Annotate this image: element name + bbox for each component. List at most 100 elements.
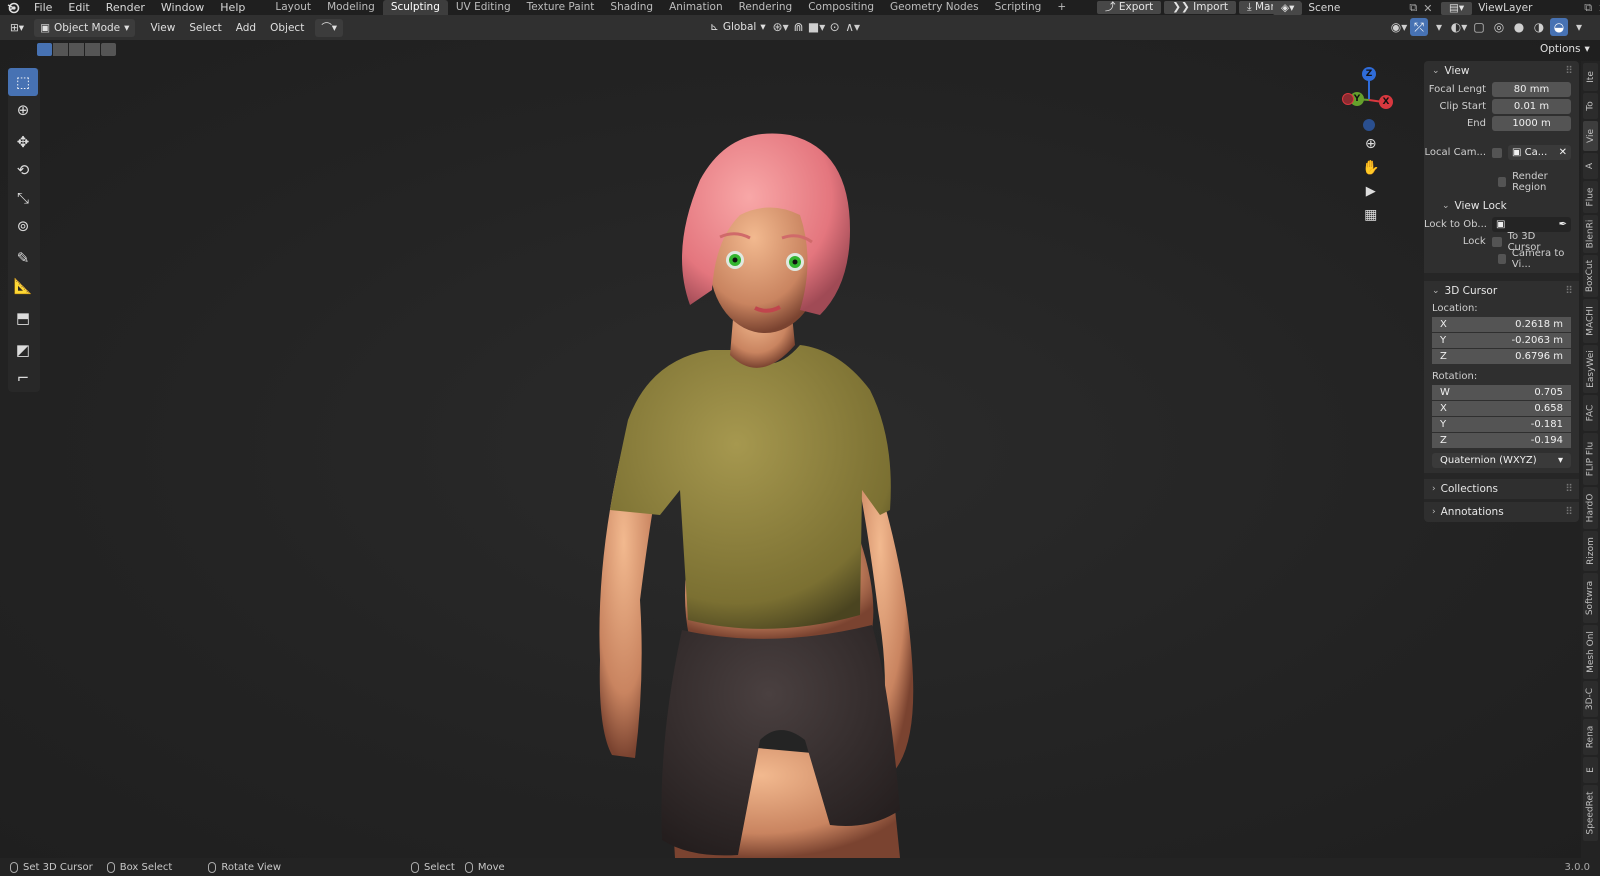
camera-to-view-checkbox[interactable] — [1498, 253, 1506, 264]
drag-handle-icon[interactable]: ⠿ — [1565, 483, 1573, 495]
viewlayer-name[interactable]: ViewLayer — [1478, 2, 1578, 14]
view-lock-header[interactable]: ⌄ View Lock — [1424, 196, 1579, 216]
scene-name[interactable]: Scene — [1308, 2, 1403, 14]
add-workspace-button[interactable]: + — [1049, 0, 1074, 15]
editor-type-button[interactable]: ⊞▾ — [4, 19, 30, 37]
wireframe-shading-icon[interactable]: ◎ — [1490, 18, 1508, 36]
tab-compositing[interactable]: Compositing — [800, 0, 882, 15]
drag-handle-icon[interactable]: ⠿ — [1565, 285, 1573, 297]
side-tab-rizom[interactable]: Rizom — [1583, 531, 1598, 571]
camera-view-icon[interactable]: ▶ — [1366, 184, 1376, 199]
material-shading-icon[interactable]: ◑ — [1530, 18, 1548, 36]
local-camera-checkbox[interactable] — [1492, 147, 1502, 158]
snap-icon[interactable]: ⋒ — [790, 18, 808, 36]
clip-start-field[interactable]: 0.01 m — [1492, 99, 1571, 114]
side-tab-blenri[interactable]: BlenRi — [1583, 215, 1598, 253]
gpencil-dropdown[interactable]: ⌒▾ — [315, 18, 344, 37]
rotation-mode-dropdown[interactable]: Quaternion (WXYZ) ▾ — [1432, 453, 1571, 468]
overlays-icon[interactable]: ◐▾ — [1450, 18, 1468, 36]
menu-view[interactable]: View — [143, 22, 182, 34]
select-box-icon[interactable]: ⬚ — [8, 68, 38, 96]
visibility-icon[interactable]: ◉▾ — [1390, 18, 1408, 36]
menu-render[interactable]: Render — [98, 0, 153, 15]
solid-shading-icon[interactable]: ● — [1510, 18, 1528, 36]
menu-select[interactable]: Select — [182, 22, 228, 34]
clip-end-field[interactable]: 1000 m — [1492, 116, 1571, 131]
lock-to-cursor-checkbox[interactable] — [1491, 236, 1502, 247]
gizmo-z-axis[interactable]: Z — [1362, 67, 1376, 81]
side-tab-hardops[interactable]: HardO — [1583, 487, 1598, 529]
side-tab-softwrap[interactable]: Softwra — [1583, 573, 1598, 623]
gizmo-x-axis[interactable]: X — [1379, 95, 1393, 109]
select-new-icon[interactable] — [37, 42, 52, 56]
cursor-location-x[interactable]: X 0.2618 m — [1432, 317, 1571, 332]
cursor-rotation-z[interactable]: Z -0.194 — [1432, 433, 1571, 448]
select-subtract-icon[interactable] — [69, 42, 84, 56]
tab-texture-paint[interactable]: Texture Paint — [519, 0, 603, 15]
add-cube-icon[interactable]: ⬒ — [8, 304, 38, 332]
local-camera-field[interactable]: ▣ Ca... ✕ — [1508, 145, 1571, 160]
xray-icon[interactable]: ▢ — [1470, 18, 1488, 36]
scene-selector-icon[interactable]: ◈▾ — [1273, 1, 1303, 15]
tab-shading[interactable]: Shading — [602, 0, 661, 15]
cursor-icon[interactable]: ⊕ — [8, 96, 38, 124]
tab-modeling[interactable]: Modeling — [319, 0, 383, 15]
side-tab-flue[interactable]: Flue — [1583, 181, 1598, 213]
snap-target-icon[interactable]: ■▾ — [808, 18, 826, 36]
gizmo-neg-x-axis[interactable] — [1342, 93, 1354, 105]
viewlayer-selector-icon[interactable]: ▤▾ — [1441, 1, 1473, 15]
mode-selector[interactable]: ▣ Object Mode ▾ — [34, 18, 136, 37]
side-tab-speedretopo[interactable]: SpeedRet — [1583, 785, 1598, 841]
proportional-edit-icon[interactable]: ⊙ — [826, 18, 844, 36]
select-intersect-icon[interactable] — [101, 42, 116, 56]
side-tab-easywei[interactable]: EasyWei — [1583, 345, 1598, 393]
side-tab-rena[interactable]: Rena — [1583, 719, 1598, 755]
render-region-checkbox[interactable] — [1498, 176, 1507, 187]
side-tab-a[interactable]: A — [1583, 153, 1598, 179]
transform-orientation-selector[interactable]: ⊾ Global ▾ — [704, 18, 772, 36]
scale-icon[interactable]: ⤡ — [8, 184, 38, 212]
gizmo-toggle-icon[interactable]: ⤱ — [1410, 18, 1428, 36]
select-extend-icon[interactable] — [53, 42, 68, 56]
export-button[interactable]: ⤴ Export — [1097, 1, 1162, 14]
measure-icon[interactable]: 📐 — [8, 272, 38, 300]
side-tab-boxcut[interactable]: BoxCut — [1583, 255, 1598, 297]
move-icon[interactable]: ✥ — [8, 128, 38, 156]
import-button[interactable]: ❯❯ Import — [1164, 1, 1237, 14]
menu-object[interactable]: Object — [263, 22, 311, 34]
falloff-icon[interactable]: ∧▾ — [844, 18, 862, 36]
menu-window[interactable]: Window — [153, 0, 212, 15]
side-tab-mesh-online[interactable]: Mesh Onl — [1583, 625, 1598, 679]
side-tab-3dc[interactable]: 3D-C — [1583, 681, 1598, 717]
tab-sculpting[interactable]: Sculpting — [382, 0, 448, 15]
cursor-rotation-w[interactable]: W 0.705 — [1432, 385, 1571, 400]
shading-dropdown-icon[interactable]: ▾ — [1570, 18, 1588, 36]
ortho-grid-icon[interactable]: ▦ — [1364, 207, 1377, 223]
tab-geometry-nodes[interactable]: Geometry Nodes — [882, 0, 987, 15]
3d-cursor-panel-header[interactable]: ⌄ 3D Cursor ⠿ — [1424, 281, 1579, 301]
blender-logo-icon[interactable] — [0, 2, 26, 14]
select-invert-icon[interactable] — [85, 42, 100, 56]
cursor-location-y[interactable]: Y -0.2063 m — [1432, 333, 1571, 348]
drag-handle-icon[interactable]: ⠿ — [1565, 65, 1573, 77]
tab-uv-editing[interactable]: UV Editing — [448, 0, 519, 15]
gizmo-dropdown-icon[interactable]: ▾ — [1430, 18, 1448, 36]
zoom-icon[interactable]: ⊕ — [1365, 136, 1377, 152]
cursor-rotation-y[interactable]: Y -0.181 — [1432, 417, 1571, 432]
new-viewlayer-icon[interactable]: ⧉ — [1584, 1, 1592, 15]
side-tab-machi[interactable]: MACHI — [1583, 299, 1598, 343]
side-tab-tool[interactable]: To — [1583, 93, 1598, 119]
tab-rendering[interactable]: Rendering — [731, 0, 801, 15]
menu-edit[interactable]: Edit — [60, 0, 97, 15]
tab-scripting[interactable]: Scripting — [987, 0, 1050, 15]
new-scene-icon[interactable]: ⧉ — [1409, 1, 1417, 15]
side-tab-view[interactable]: Vie — [1583, 121, 1598, 151]
rendered-shading-icon[interactable]: ◒ — [1550, 18, 1568, 36]
navigation-gizmo[interactable]: Z X Y — [1335, 65, 1399, 135]
view-panel-header[interactable]: ⌄ View ⠿ — [1424, 61, 1579, 81]
side-tab-flip-fluids[interactable]: FLIP Flu — [1583, 433, 1598, 485]
side-tab-fac[interactable]: FAC — [1583, 395, 1598, 431]
side-tab-item[interactable]: Ite — [1583, 63, 1598, 91]
rotate-icon[interactable]: ⟲ — [8, 156, 38, 184]
delete-scene-icon[interactable]: ✕ — [1423, 2, 1432, 15]
